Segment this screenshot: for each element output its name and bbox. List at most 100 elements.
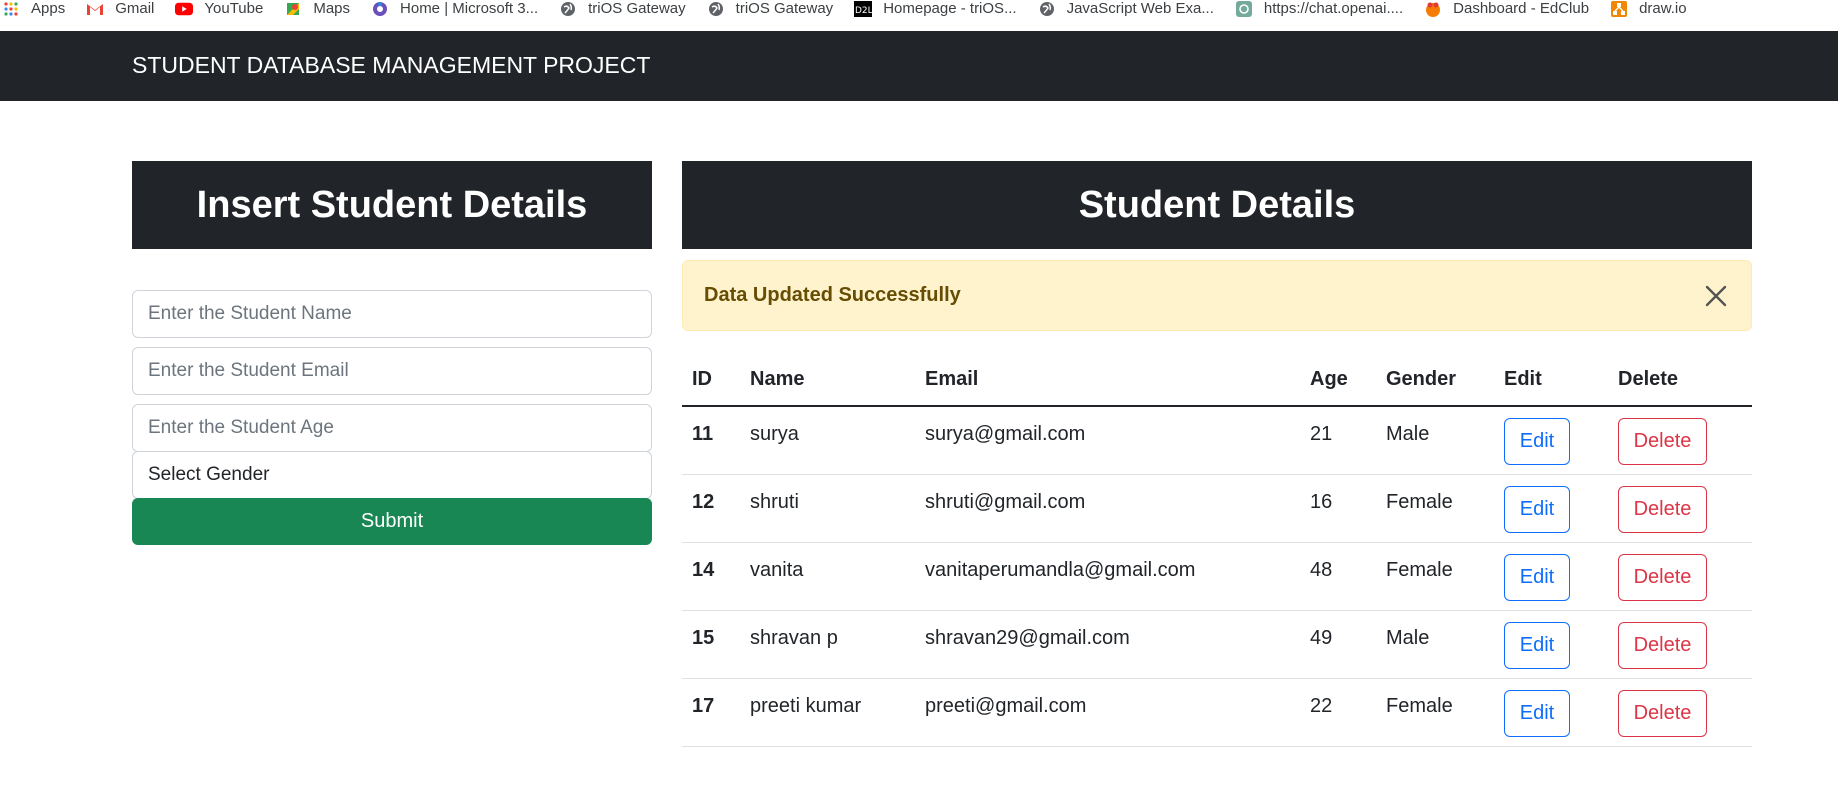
bookmark-label: Homepage - triOS... xyxy=(883,0,1017,17)
cell-name: surya xyxy=(740,406,915,475)
bookmark-label: https://chat.openai.... xyxy=(1263,0,1404,17)
bookmark-label: YouTube xyxy=(204,0,264,17)
bookmark-label: Home | Microsoft 3... xyxy=(400,0,539,17)
insert-student-panel: Insert Student Details Select Gender Sub… xyxy=(132,161,652,545)
bookmark-label: triOS Gateway xyxy=(588,0,686,17)
delete-button[interactable]: Delete xyxy=(1618,689,1707,737)
youtube-icon xyxy=(175,0,194,18)
navbar: STUDENT DATABASE MANAGEMENT PROJECT xyxy=(0,31,1838,101)
cell-email: shravan29@gmail.com xyxy=(915,610,1300,679)
bookmark-youtube[interactable]: YouTube xyxy=(175,0,263,24)
cell-gender: Female xyxy=(1376,474,1494,543)
close-icon[interactable] xyxy=(1703,283,1729,309)
column-header: Gender xyxy=(1376,354,1494,407)
edit-button[interactable]: Edit xyxy=(1504,553,1570,601)
delete-button[interactable]: Delete xyxy=(1618,553,1707,601)
edclub-icon xyxy=(1424,0,1442,18)
bookmark-trios-gateway[interactable]: triOS Gateway xyxy=(559,0,686,24)
cell-id: 15 xyxy=(682,610,740,679)
cell-gender: Male xyxy=(1376,406,1494,475)
bookmark-chat-openai[interactable]: https://chat.openai.... xyxy=(1235,0,1403,24)
svg-text:D2L: D2L xyxy=(855,6,872,16)
table-row: 11 surya surya@gmail.com 21 Male Edit De… xyxy=(682,406,1752,475)
cell-gender: Female xyxy=(1376,678,1494,747)
cell-name: vanita xyxy=(740,542,915,611)
student-email-input[interactable] xyxy=(132,347,652,395)
bookmark-homepage-trios[interactable]: D2L Homepage - triOS... xyxy=(854,0,1017,24)
bookmark-label: JavaScript Web Exa... xyxy=(1066,0,1214,17)
edit-button[interactable]: Edit xyxy=(1504,621,1570,669)
bookmark-javascript[interactable]: JavaScript Web Exa... xyxy=(1038,0,1214,24)
column-header: ID xyxy=(682,354,740,407)
bookmark-label: Gmail xyxy=(115,0,155,17)
insert-panel-title: Insert Student Details xyxy=(132,161,652,249)
column-header: Delete xyxy=(1608,354,1752,407)
students-table: ID Name Email Age Gender Edit Delete 11 … xyxy=(682,354,1752,747)
table-row: 17 preeti kumar preeti@gmail.com 22 Fema… xyxy=(682,678,1752,747)
navbar-brand[interactable]: STUDENT DATABASE MANAGEMENT PROJECT xyxy=(132,52,650,79)
microsoft-icon xyxy=(371,0,389,18)
cell-email: shruti@gmail.com xyxy=(915,474,1300,543)
cell-name: shruti xyxy=(740,474,915,543)
cell-email: vanitaperumandla@gmail.com xyxy=(915,542,1300,611)
bookmark-trios-gateway-2[interactable]: triOS Gateway xyxy=(707,0,834,24)
maps-icon xyxy=(284,0,302,18)
student-name-input[interactable] xyxy=(132,290,652,338)
bookmark-apps[interactable]: Apps xyxy=(2,0,65,24)
cell-name: preeti kumar xyxy=(740,678,915,747)
success-alert: Data Updated Successfully xyxy=(682,260,1752,331)
table-header-row: ID Name Email Age Gender Edit Delete xyxy=(682,354,1752,407)
gmail-icon xyxy=(86,0,104,18)
cell-name: shravan p xyxy=(740,610,915,679)
cell-age: 21 xyxy=(1300,406,1376,475)
cell-age: 49 xyxy=(1300,610,1376,679)
cell-id: 12 xyxy=(682,474,740,543)
bookmark-label: draw.io xyxy=(1639,0,1687,17)
table-row: 14 vanita vanitaperumandla@gmail.com 48 … xyxy=(682,542,1752,611)
cell-age: 16 xyxy=(1300,474,1376,543)
table-row: 15 shravan p shravan29@gmail.com 49 Male… xyxy=(682,610,1752,679)
cell-email: surya@gmail.com xyxy=(915,406,1300,475)
column-header: Email xyxy=(915,354,1300,407)
globe-icon xyxy=(559,0,577,18)
bookmark-gmail[interactable]: Gmail xyxy=(86,0,154,24)
cell-gender: Male xyxy=(1376,610,1494,679)
cell-id: 14 xyxy=(682,542,740,611)
submit-button[interactable]: Submit xyxy=(132,498,652,545)
bookmark-label: Dashboard - EdClub xyxy=(1453,0,1590,17)
alert-message: Data Updated Successfully xyxy=(704,284,961,306)
student-details-panel: Student Details Data Updated Successfull… xyxy=(682,161,1752,747)
column-header: Age xyxy=(1300,354,1376,407)
openai-icon xyxy=(1235,0,1253,18)
cell-id: 17 xyxy=(682,678,740,747)
globe-icon xyxy=(707,0,725,18)
bookmark-label: triOS Gateway xyxy=(735,0,834,17)
gender-select-value: Select Gender xyxy=(148,464,270,485)
details-panel-title: Student Details xyxy=(682,161,1752,249)
gender-select[interactable]: Select Gender xyxy=(132,451,652,499)
edit-button[interactable]: Edit xyxy=(1504,418,1570,465)
column-header: Edit xyxy=(1494,354,1608,407)
bookmarks-bar: Apps Gmail YouTube Maps Home | Microsoft… xyxy=(0,0,1838,31)
cell-gender: Female xyxy=(1376,542,1494,611)
edit-button[interactable]: Edit xyxy=(1504,689,1570,737)
bookmark-label: Maps xyxy=(313,0,351,17)
column-header: Name xyxy=(740,354,915,407)
student-age-input[interactable] xyxy=(132,404,652,452)
cell-email: preeti@gmail.com xyxy=(915,678,1300,747)
cell-age: 22 xyxy=(1300,678,1376,747)
bookmark-edclub[interactable]: Dashboard - EdClub xyxy=(1424,0,1589,24)
d2l-icon: D2L xyxy=(854,0,873,18)
delete-button[interactable]: Delete xyxy=(1618,621,1707,669)
bookmark-maps[interactable]: Maps xyxy=(284,0,350,24)
bookmark-drawio[interactable]: draw.io xyxy=(1610,0,1687,24)
cell-id: 11 xyxy=(682,406,740,475)
apps-grid-icon xyxy=(2,0,20,18)
bookmark-microsoft[interactable]: Home | Microsoft 3... xyxy=(371,0,538,24)
table-row: 12 shruti shruti@gmail.com 16 Female Edi… xyxy=(682,474,1752,543)
delete-button[interactable]: Delete xyxy=(1618,485,1707,533)
edit-button[interactable]: Edit xyxy=(1504,485,1570,533)
delete-button[interactable]: Delete xyxy=(1618,418,1707,465)
drawio-icon xyxy=(1610,0,1628,18)
bookmark-label: Apps xyxy=(31,0,66,17)
